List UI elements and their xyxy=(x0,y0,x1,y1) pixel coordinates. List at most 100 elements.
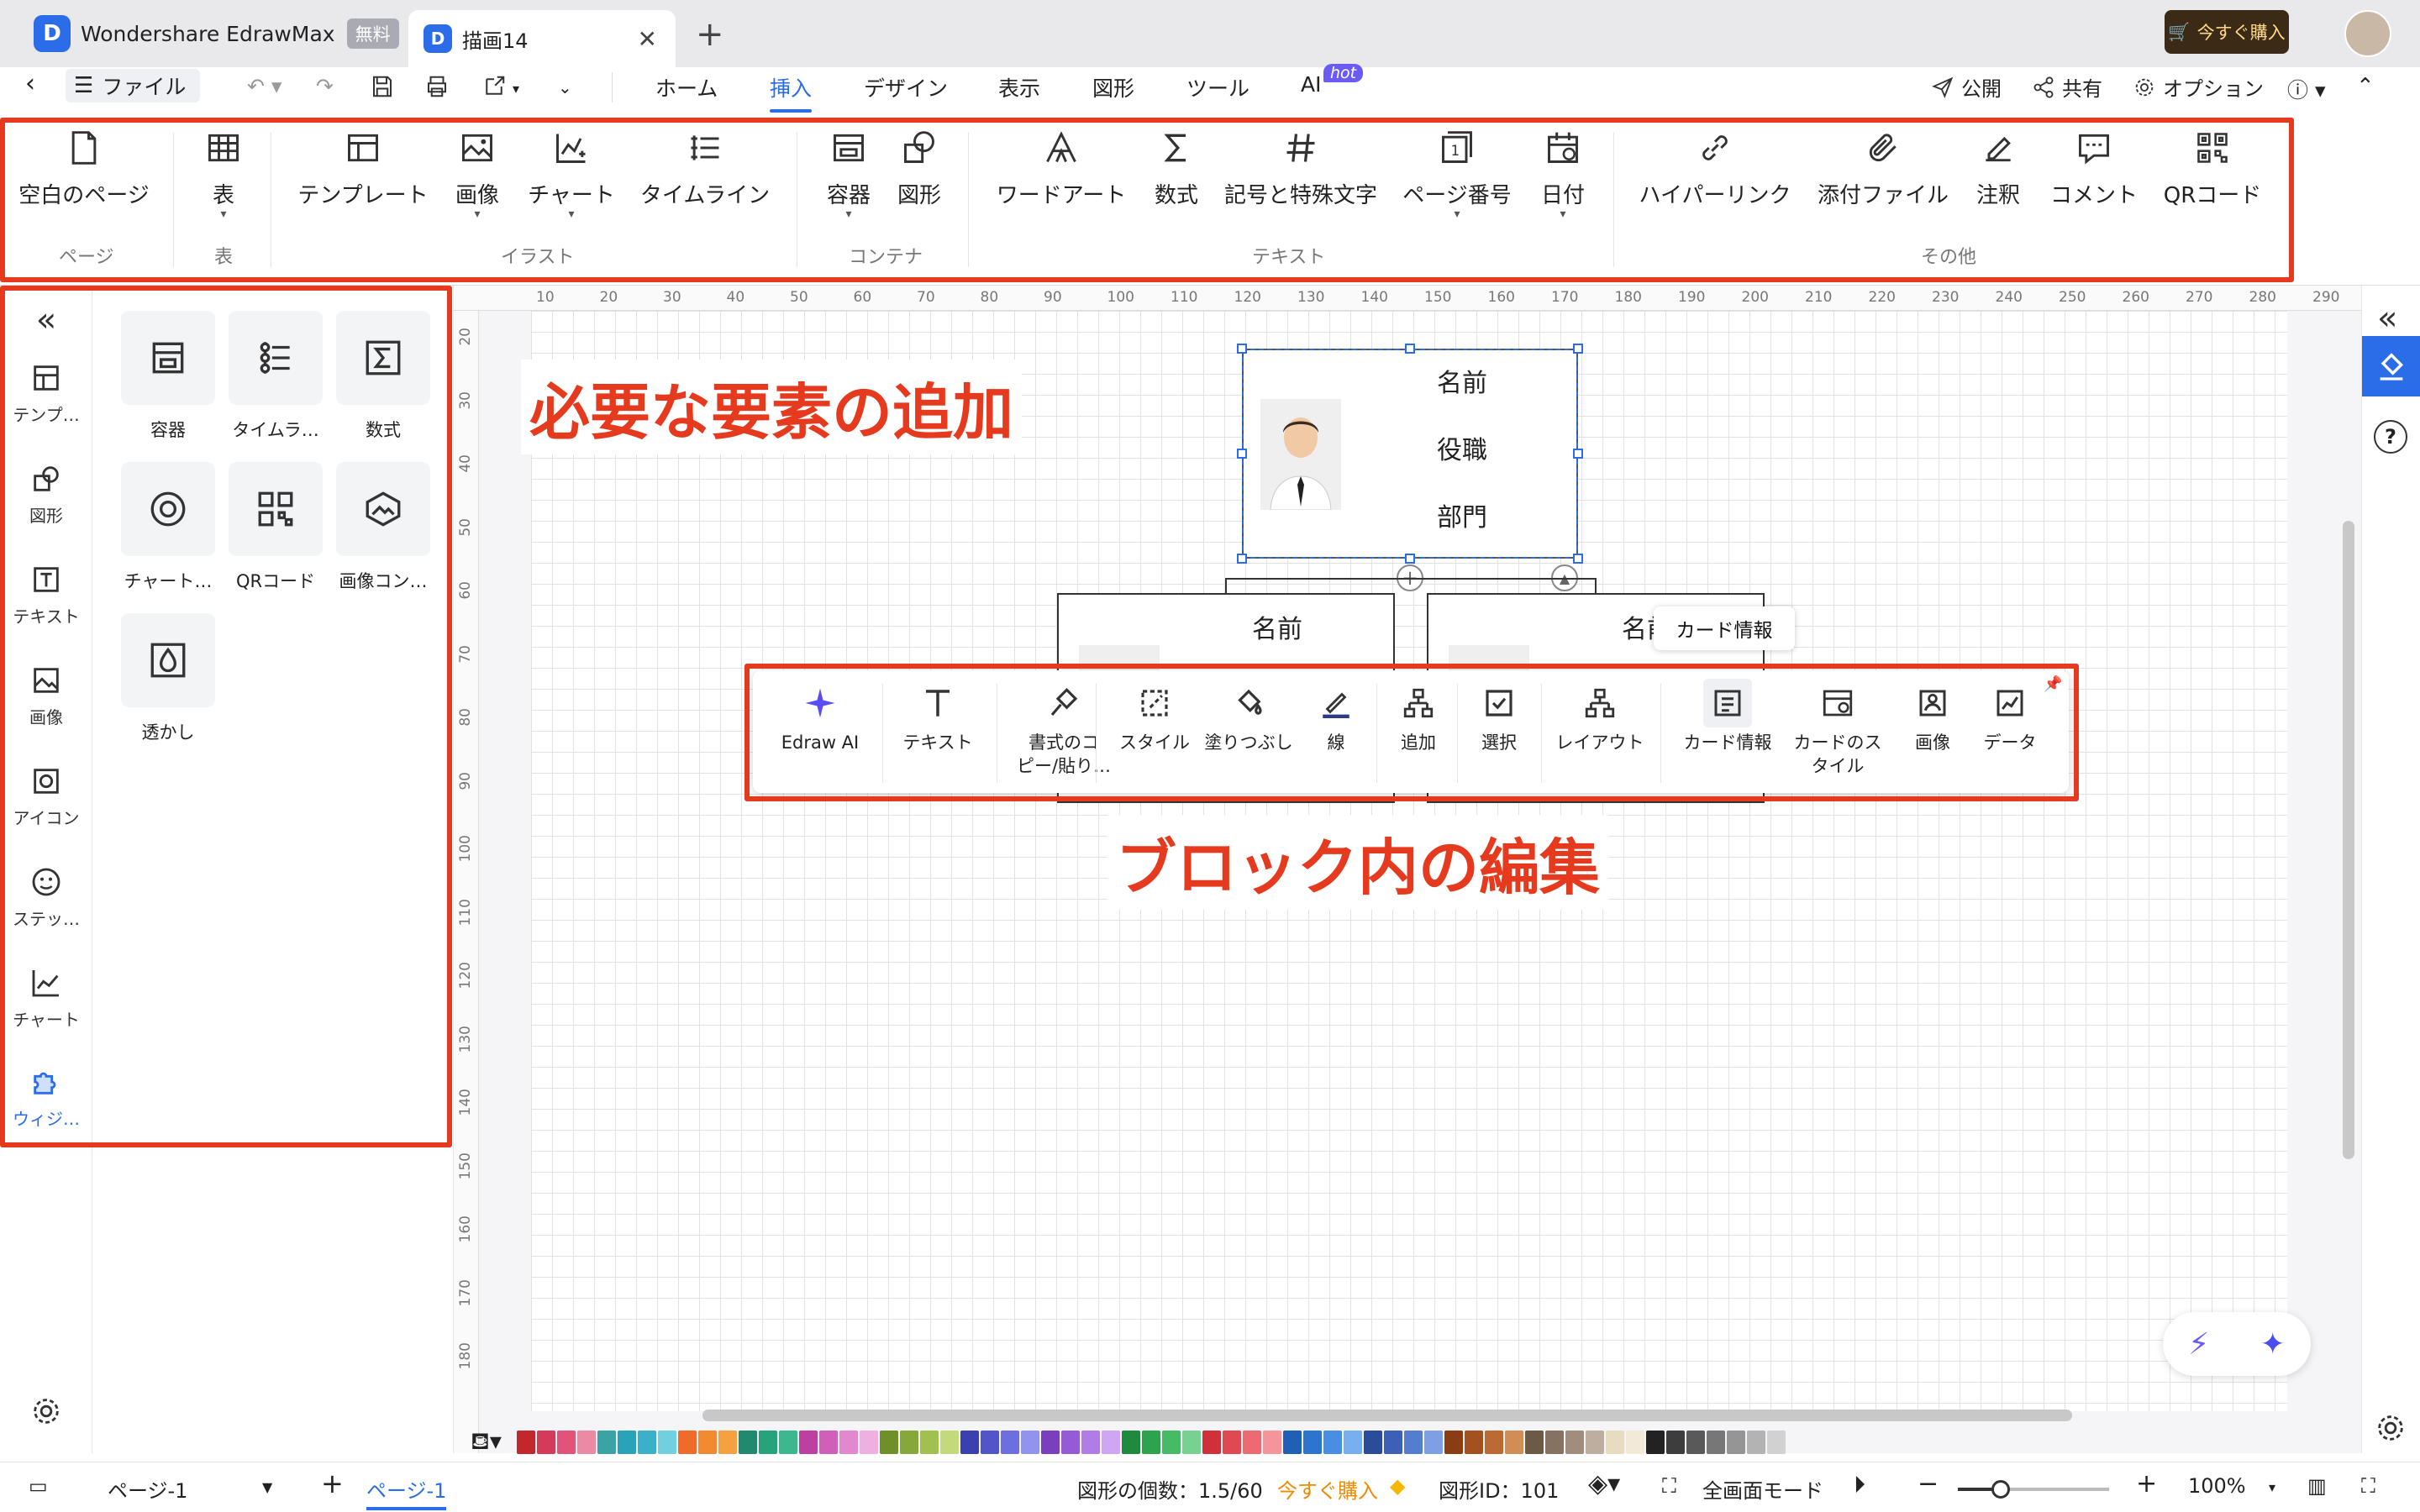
resize-handle[interactable] xyxy=(1405,344,1415,354)
more-icon[interactable]: ⌄ xyxy=(558,77,572,97)
document-tab[interactable]: D 描画14 ✕ xyxy=(408,10,676,67)
color-swatch[interactable] xyxy=(879,1431,898,1454)
color-swatch[interactable] xyxy=(1464,1431,1483,1454)
map-icon[interactable]: ▥ xyxy=(2307,1474,2327,1498)
resize-handle[interactable] xyxy=(1573,554,1583,564)
zoom-in-icon[interactable]: + xyxy=(2136,1469,2157,1499)
color-swatch[interactable] xyxy=(1726,1431,1745,1454)
sparkle-icon[interactable]: ✦ xyxy=(2260,1327,2286,1362)
page-panel-icon[interactable]: ▭ xyxy=(29,1474,48,1498)
options-button[interactable]: オプション xyxy=(2133,72,2264,102)
tab-design[interactable]: デザイン xyxy=(864,72,948,102)
file-menu-button[interactable]: ☰ ファイル xyxy=(66,69,200,102)
zoom-dropdown-icon[interactable]: ▾ xyxy=(2269,1479,2275,1495)
color-swatch[interactable] xyxy=(839,1431,858,1454)
color-swatch[interactable] xyxy=(1181,1431,1201,1454)
buy-now-link[interactable]: 今すぐ購入 xyxy=(1277,1474,1378,1504)
color-swatch[interactable] xyxy=(778,1431,797,1454)
color-swatch[interactable] xyxy=(1544,1431,1564,1454)
tab-ai[interactable]: AI xyxy=(1301,72,1321,97)
widget-image-container[interactable]: 画像コン… xyxy=(336,462,430,593)
resize-handle[interactable] xyxy=(1237,554,1247,564)
color-swatch[interactable] xyxy=(657,1431,676,1454)
float-style-button[interactable]: スタイル xyxy=(1113,685,1197,754)
color-swatch[interactable] xyxy=(1423,1431,1443,1454)
magic-wand-icon[interactable]: ⚡ xyxy=(2188,1327,2209,1362)
user-avatar[interactable] xyxy=(2344,10,2391,57)
color-swatch[interactable] xyxy=(677,1431,697,1454)
color-swatch[interactable] xyxy=(859,1431,878,1454)
ribbon-blank-page[interactable]: 空白のページ xyxy=(17,118,151,235)
zoom-out-icon[interactable]: − xyxy=(1918,1469,1939,1499)
float-card-style-button[interactable]: カードのス タイル xyxy=(1783,685,1892,778)
fill-bucket-icon[interactable]: ⛾▾ xyxy=(471,1427,502,1458)
settings-button[interactable] xyxy=(0,1394,92,1428)
color-swatch[interactable] xyxy=(718,1431,737,1454)
help-icon[interactable]: ? xyxy=(2374,420,2407,454)
color-swatch[interactable] xyxy=(597,1431,616,1454)
sidebar-item-shapes[interactable]: 図形 xyxy=(0,462,92,527)
color-swatch[interactable] xyxy=(1363,1431,1382,1454)
tab-home[interactable]: ホーム xyxy=(655,72,718,102)
color-swatch[interactable] xyxy=(1645,1431,1665,1454)
collapse-ribbon-icon[interactable]: ⌃ xyxy=(2356,74,2375,99)
color-swatch[interactable] xyxy=(1605,1431,1624,1454)
sidebar-item-templates[interactable]: テンプ… xyxy=(0,361,92,426)
color-swatch[interactable] xyxy=(1242,1431,1261,1454)
color-swatch[interactable] xyxy=(1101,1431,1120,1454)
float-card-info-button[interactable]: カード情報 xyxy=(1669,679,1786,754)
double-chevron-left-icon[interactable]: « xyxy=(2377,299,2397,338)
color-swatch[interactable] xyxy=(1686,1431,1705,1454)
ribbon-annotation[interactable]: 注釈 xyxy=(1965,118,2032,235)
ribbon-comment[interactable]: コメント xyxy=(2044,118,2144,235)
horizontal-scrollbar[interactable] xyxy=(702,1410,2072,1421)
color-swatch[interactable] xyxy=(1020,1431,1039,1454)
color-swatch[interactable] xyxy=(939,1431,959,1454)
widget-timeline[interactable]: タイムラ… xyxy=(229,311,323,442)
color-swatch[interactable] xyxy=(1060,1431,1080,1454)
zoom-slider[interactable] xyxy=(1958,1480,2109,1499)
close-tab-icon[interactable]: ✕ xyxy=(638,25,657,53)
save-icon[interactable] xyxy=(370,74,395,99)
color-swatch[interactable] xyxy=(1202,1431,1221,1454)
pin-icon[interactable]: 📌 xyxy=(2044,675,2062,693)
color-swatch[interactable] xyxy=(919,1431,939,1454)
float-edraw-ai-button[interactable]: Edraw AI xyxy=(770,685,871,754)
color-swatch[interactable] xyxy=(1302,1431,1322,1454)
float-fill-button[interactable]: 塗りつぶし xyxy=(1198,685,1299,754)
color-swatch[interactable] xyxy=(1121,1431,1140,1454)
zoom-slider-thumb[interactable] xyxy=(1991,1480,2010,1499)
ribbon-table[interactable]: 表 ▾ xyxy=(190,118,257,235)
export-icon[interactable] xyxy=(481,74,508,99)
ribbon-image[interactable]: 画像 ▾ xyxy=(444,118,511,235)
ribbon-attachment[interactable]: 添付ファイル xyxy=(1813,118,1953,235)
color-swatch[interactable] xyxy=(798,1431,818,1454)
color-swatch[interactable] xyxy=(1000,1431,1019,1454)
color-swatch[interactable] xyxy=(1766,1431,1786,1454)
color-swatch[interactable] xyxy=(617,1431,636,1454)
resize-handle[interactable] xyxy=(1405,554,1415,564)
color-swatch[interactable] xyxy=(1524,1431,1544,1454)
fullscreen-mode[interactable]: 全画面モード xyxy=(1702,1474,1823,1504)
export-dropdown-icon[interactable]: ▾ xyxy=(513,81,519,97)
page-select[interactable]: ページ-1 xyxy=(108,1474,187,1504)
color-swatch[interactable] xyxy=(1343,1431,1362,1454)
resize-handle[interactable] xyxy=(1237,449,1247,459)
sidebar-item-text[interactable]: テキスト xyxy=(0,563,92,627)
ribbon-formula[interactable]: 数式 xyxy=(1143,118,1210,235)
color-swatch[interactable] xyxy=(1565,1431,1584,1454)
ribbon-date[interactable]: 日付 ▾ xyxy=(1529,118,1597,235)
sidebar-item-stickers[interactable]: ステッ… xyxy=(0,865,92,930)
color-swatch[interactable] xyxy=(1081,1431,1100,1454)
color-swatch[interactable] xyxy=(516,1431,535,1454)
color-swatch[interactable] xyxy=(536,1431,555,1454)
float-select-button[interactable]: 選択 xyxy=(1465,685,1533,754)
sidebar-item-images[interactable]: 画像 xyxy=(0,664,92,728)
page-tab[interactable]: ページ-1 xyxy=(366,1474,447,1510)
tab-view[interactable]: 表示 xyxy=(998,72,1040,102)
color-swatch[interactable] xyxy=(1484,1431,1503,1454)
widget-qr-code[interactable]: QRコード xyxy=(229,462,323,593)
ribbon-symbol[interactable]: 記号と特殊文字 xyxy=(1218,118,1383,235)
vertical-scrollbar[interactable] xyxy=(2343,521,2354,1159)
color-swatch[interactable] xyxy=(576,1431,596,1454)
